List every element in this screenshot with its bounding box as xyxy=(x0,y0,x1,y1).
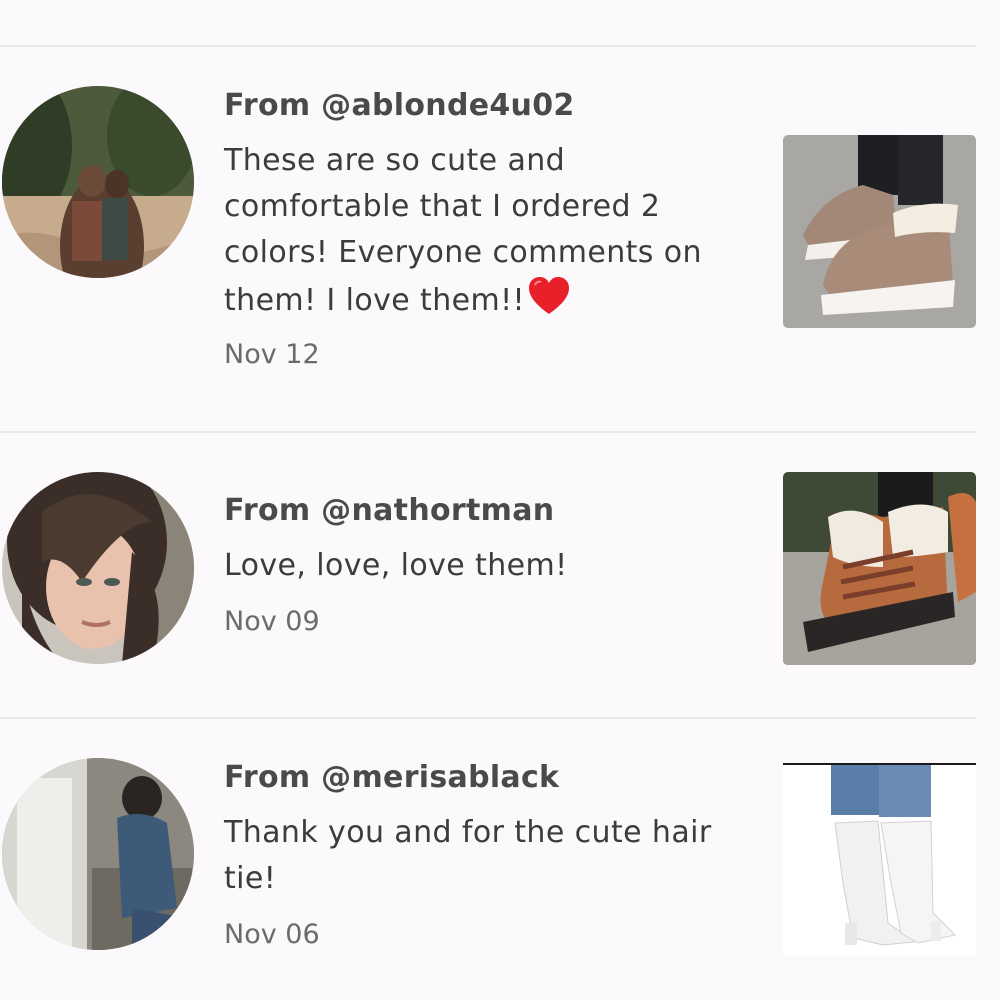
review-comment-text: Love, love, love them! xyxy=(224,548,568,583)
review-author[interactable]: From @ablonde4u02 xyxy=(224,88,575,123)
review-author[interactable]: From @merisablack xyxy=(224,760,559,795)
reviewer-avatar[interactable] xyxy=(2,472,194,664)
review-date: Nov 06 xyxy=(224,919,320,950)
product-thumbnail[interactable] xyxy=(783,135,976,328)
reviews-page: From @ablonde4u02 These are so cute and … xyxy=(0,0,1000,1000)
reviewer-avatar[interactable] xyxy=(2,86,194,278)
review-comment-text: These are so cute and comfortable that I… xyxy=(224,143,702,318)
review-author[interactable]: From @nathortman xyxy=(224,493,554,528)
heart-icon xyxy=(528,277,569,314)
review-comment: Love, love, love them! xyxy=(224,543,744,589)
divider xyxy=(0,431,976,433)
product-thumbnail[interactable] xyxy=(783,763,976,956)
review-date: Nov 12 xyxy=(224,339,320,370)
review-comment: Thank you and for the cute hair tie! xyxy=(224,810,744,902)
reviewer-avatar[interactable] xyxy=(2,758,194,950)
review-comment-text: Thank you and for the cute hair tie! xyxy=(224,815,712,896)
divider xyxy=(0,717,976,719)
review-comment: These are so cute and comfortable that I… xyxy=(224,138,744,324)
divider xyxy=(0,45,976,47)
product-thumbnail[interactable] xyxy=(783,472,976,665)
review-date: Nov 09 xyxy=(224,606,320,637)
